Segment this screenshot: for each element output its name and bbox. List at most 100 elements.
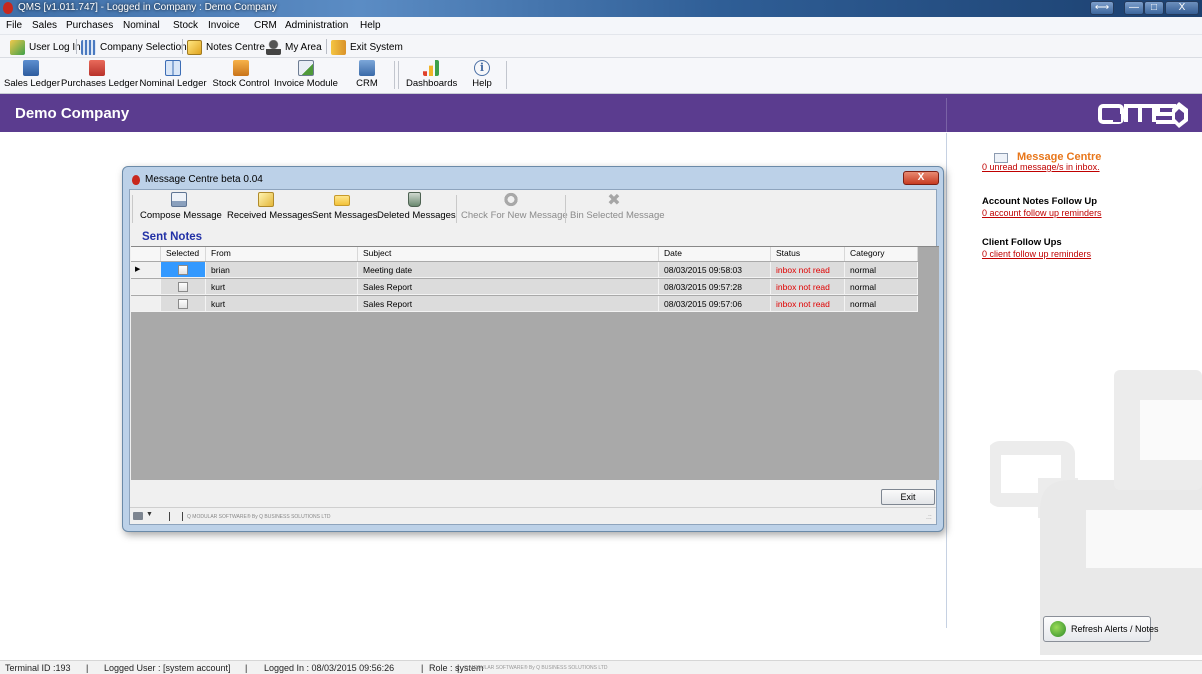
toolbar-grip (132, 195, 133, 223)
qms-app-icon (132, 175, 140, 185)
column-header-from[interactable]: From (206, 247, 358, 261)
company-banner: Demo Company (0, 94, 1202, 132)
company-selection-button[interactable]: Company Selection (81, 38, 187, 56)
user-login-button[interactable]: User Log In (10, 38, 81, 56)
crm-button[interactable]: CRM (352, 60, 382, 92)
purchases-ledger-label: Purchases Ledger (61, 78, 139, 89)
printer-icon[interactable] (133, 512, 143, 520)
column-header-subject[interactable]: Subject (358, 247, 659, 261)
bin-selected-message-label: Bin Selected Message (570, 210, 665, 221)
row-checkbox[interactable] (178, 282, 188, 292)
column-header-category[interactable]: Category (845, 247, 918, 261)
row-select-cell[interactable] (161, 279, 206, 295)
minimize-button[interactable]: — (1124, 1, 1144, 15)
sales-ledger-icon (23, 60, 39, 76)
unread-messages-link[interactable]: 0 unread message/s in inbox. (982, 162, 1100, 172)
dialog-body: Compose Message Received Messages Sent M… (129, 189, 939, 525)
message-toolbar: Compose Message Received Messages Sent M… (130, 190, 936, 227)
toolbar-separator (76, 39, 77, 54)
column-header-status[interactable]: Status (771, 247, 845, 261)
notes-centre-icon (187, 39, 202, 55)
invoice-module-icon (298, 60, 314, 76)
toolbar-separator (506, 61, 507, 89)
client-follow-up-link[interactable]: 0 client follow up reminders (982, 249, 1091, 259)
current-row-marker: ▶ (131, 262, 161, 278)
toolbar-separator (182, 39, 183, 54)
row-header-corner (131, 247, 161, 261)
nominal-ledger-label: Nominal Ledger (139, 78, 207, 89)
menu-help[interactable]: Help (360, 20, 381, 31)
column-header-selected[interactable]: Selected (161, 247, 206, 261)
status-divider (182, 512, 183, 521)
menu-invoice[interactable]: Invoice (208, 20, 240, 31)
nominal-ledger-button[interactable]: Nominal Ledger (139, 60, 207, 92)
status-divider: | (421, 663, 424, 673)
compose-message-button[interactable]: Compose Message (140, 192, 222, 226)
logged-in-time: Logged In : 08/03/2015 09:56:26 (264, 663, 395, 673)
toolbar-separator (456, 195, 457, 223)
sent-messages-label: Sent Messages (312, 210, 378, 221)
notes-centre-button[interactable]: Notes Centre (187, 38, 265, 56)
qms-app-icon (3, 2, 13, 14)
exit-system-button[interactable]: Exit System (331, 38, 403, 56)
cell-category: normal (845, 296, 918, 312)
invoice-module-button[interactable]: Invoice Module (273, 60, 339, 92)
row-select-cell[interactable] (161, 262, 206, 278)
compose-message-icon (171, 192, 187, 207)
row-checkbox[interactable] (178, 299, 188, 309)
banner-divider (946, 98, 947, 132)
cell-subject: Sales Report (358, 279, 659, 295)
dialog-close-button[interactable]: X (903, 171, 939, 185)
close-window-button[interactable]: X (1165, 1, 1199, 15)
bin-selected-message-button[interactable]: ✖ Bin Selected Message (570, 192, 665, 226)
account-notes-heading: Account Notes Follow Up (982, 196, 1098, 207)
cell-from: brian (206, 262, 358, 278)
refresh-alerts-button[interactable]: Refresh Alerts / Notes (1043, 616, 1159, 642)
maximize-button[interactable]: □ (1144, 1, 1164, 15)
help-label: Help (472, 78, 492, 89)
dialog-copyright: Q MODULAR SOFTWARE® By Q BUSINESS SOLUTI… (187, 514, 331, 520)
exit-button[interactable]: Exit (881, 489, 935, 505)
my-area-button[interactable]: My Area (266, 38, 322, 56)
menu-nominal[interactable]: Nominal (123, 20, 160, 31)
check-new-message-button[interactable]: Check For New Message (461, 192, 568, 226)
row-checkbox[interactable] (178, 265, 188, 275)
received-messages-button[interactable]: Received Messages (227, 192, 313, 226)
column-header-date[interactable]: Date (659, 247, 771, 261)
resize-grip-icon[interactable]: .:: (926, 514, 932, 521)
chevron-down-icon[interactable]: ▼ (146, 511, 153, 518)
menu-sales[interactable]: Sales (32, 20, 57, 31)
menu-crm[interactable]: CRM (254, 20, 277, 31)
company-selection-icon (81, 39, 96, 55)
menu-file[interactable]: File (6, 20, 22, 31)
dashboards-button[interactable]: Dashboards (406, 60, 457, 92)
account-follow-up-link[interactable]: 0 account follow up reminders (982, 208, 1102, 218)
table-row[interactable]: kurt Sales Report 08/03/2015 09:57:06 in… (131, 296, 918, 312)
dialog-status-bar: ▼ Q MODULAR SOFTWARE® By Q BUSINESS SOLU… (130, 507, 936, 524)
cell-date: 08/03/2015 09:57:06 (659, 296, 771, 312)
toolbar-separator (565, 195, 566, 223)
sales-ledger-button[interactable]: Sales Ledger (4, 60, 60, 92)
qms-logo (1098, 102, 1188, 128)
dialog-title: Message Centre beta 0.04 (145, 174, 263, 185)
row-select-cell[interactable] (161, 296, 206, 312)
cell-subject: Sales Report (358, 296, 659, 312)
row-header (131, 279, 161, 295)
purchases-ledger-button[interactable]: Purchases Ledger (61, 60, 138, 92)
sent-messages-button[interactable]: Sent Messages (312, 192, 377, 226)
table-row[interactable]: ▶ brian Meeting date 08/03/2015 09:58:03… (131, 262, 918, 278)
menu-purchases[interactable]: Purchases (66, 20, 113, 31)
menu-stock[interactable]: Stock (173, 20, 198, 31)
table-row[interactable]: kurt Sales Report 08/03/2015 09:57:28 in… (131, 279, 918, 295)
status-divider: | (86, 663, 89, 673)
cell-from: kurt (206, 279, 358, 295)
grid-header: Selected From Subject Date Status Catego… (131, 247, 918, 261)
stock-control-button[interactable]: Stock Control (211, 60, 271, 92)
deleted-messages-button[interactable]: Deleted Messages (377, 192, 456, 226)
cell-from: kurt (206, 296, 358, 312)
help-button[interactable]: i Help (468, 60, 496, 92)
invoice-module-label: Invoice Module (274, 78, 338, 89)
cell-date: 08/03/2015 09:57:28 (659, 279, 771, 295)
restore-arrows-button[interactable]: ⟷ (1090, 1, 1114, 15)
menu-administration[interactable]: Administration (285, 20, 348, 31)
